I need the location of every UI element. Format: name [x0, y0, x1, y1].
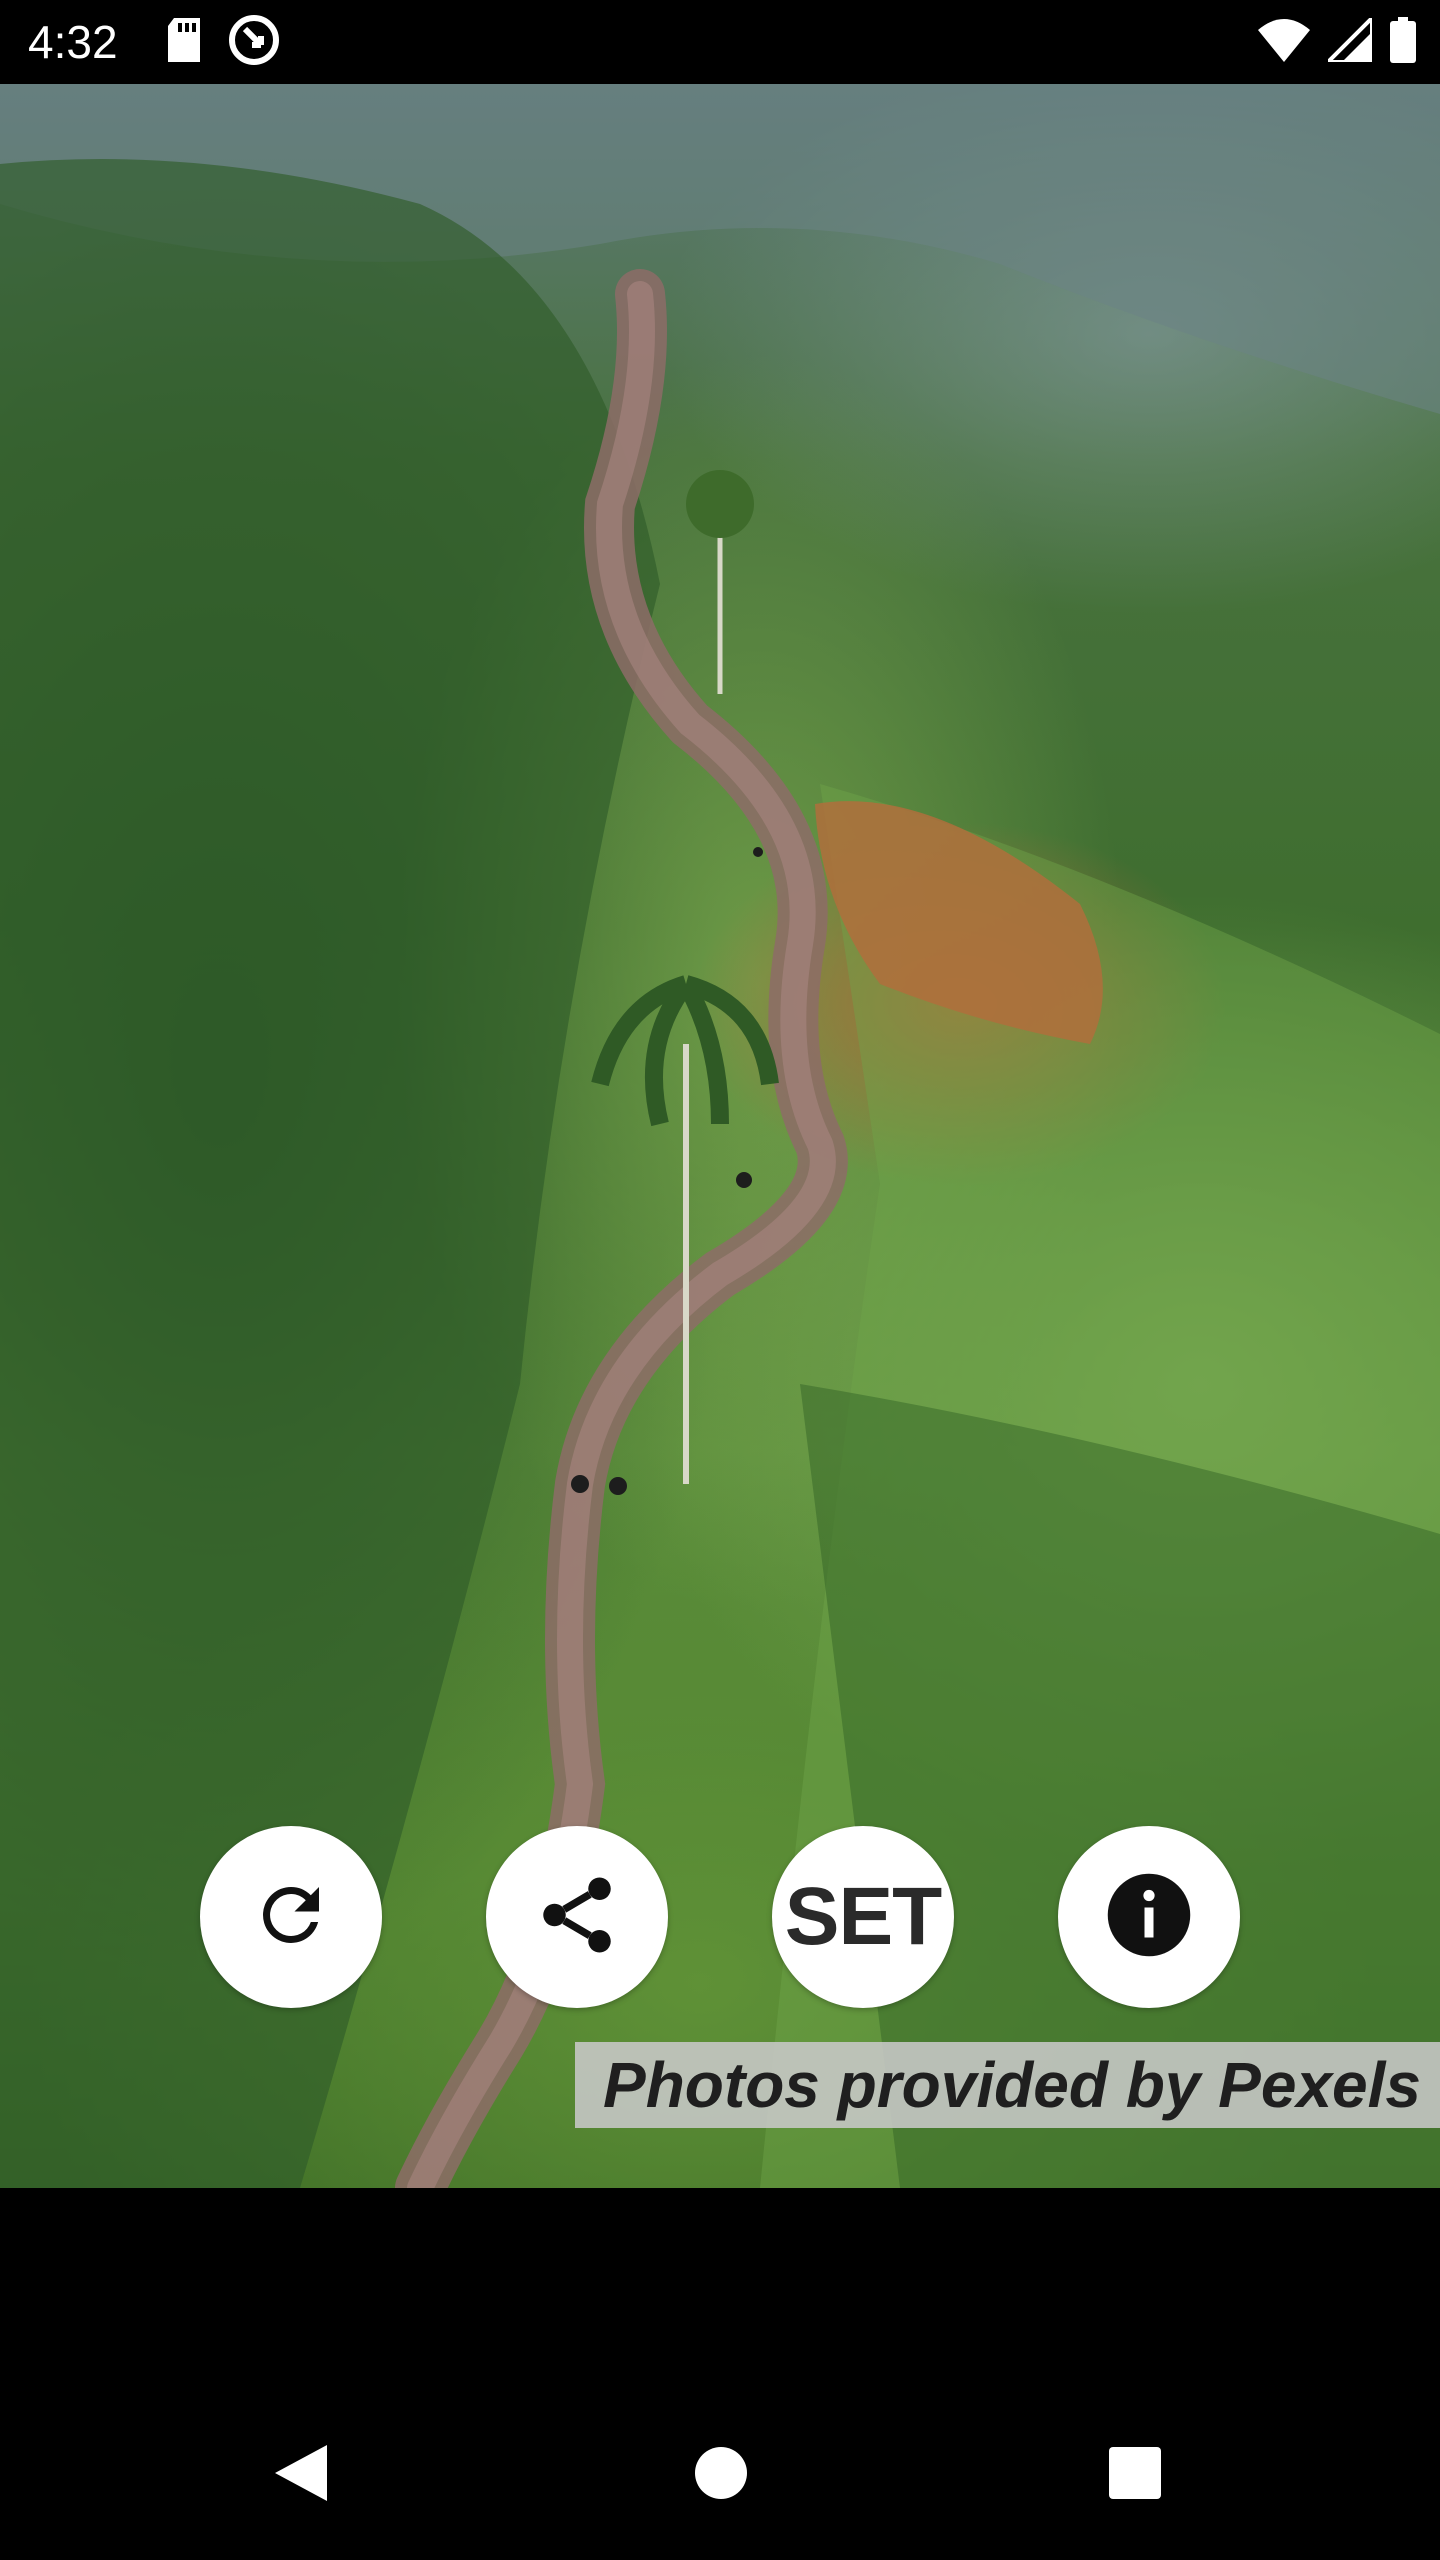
- info-button[interactable]: [1058, 1826, 1240, 2008]
- recents-button[interactable]: [1090, 2430, 1180, 2520]
- info-icon: [1104, 1870, 1194, 1965]
- status-left-icons: [166, 14, 280, 67]
- refresh-button[interactable]: [200, 1826, 382, 2008]
- wifi-icon: [1258, 18, 1310, 67]
- credits-banner[interactable]: Photos provided by Pexels: [575, 2042, 1440, 2128]
- recents-icon: [1108, 2446, 1162, 2505]
- battery-icon: [1390, 16, 1416, 68]
- share-icon: [532, 1870, 622, 1965]
- sd-card-icon: [166, 17, 202, 67]
- navigation-bar: [0, 2390, 1440, 2560]
- signal-icon: [1323, 12, 1374, 67]
- credits-text: Photos provided by Pexels: [603, 2049, 1421, 2121]
- set-wallpaper-button[interactable]: SET: [772, 1826, 954, 2008]
- status-time: 4:32: [28, 16, 118, 68]
- share-button[interactable]: [486, 1826, 668, 2008]
- back-button[interactable]: [256, 2430, 346, 2520]
- status-right-icons: [1258, 12, 1416, 68]
- home-button[interactable]: [676, 2430, 766, 2520]
- back-icon: [271, 2441, 331, 2510]
- home-icon: [694, 2446, 748, 2505]
- sync-icon: [228, 14, 280, 71]
- refresh-icon: [249, 1873, 333, 1962]
- set-label: SET: [784, 1871, 942, 1962]
- status-bar: 4:32: [0, 0, 1440, 84]
